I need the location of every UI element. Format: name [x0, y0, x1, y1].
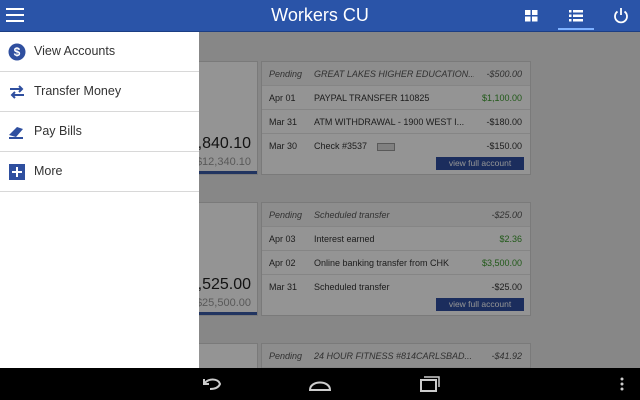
recent-apps-icon[interactable] [418, 374, 440, 394]
drawer-item-transfer-money[interactable]: Transfer Money [0, 72, 199, 112]
app-bar: Workers CU [0, 0, 640, 32]
list-view-icon [569, 10, 583, 22]
transfer-arrows-icon [10, 85, 24, 99]
drawer-item-view-accounts[interactable]: $ View Accounts [0, 32, 199, 72]
drawer-item-label: Transfer Money [34, 84, 122, 98]
drawer-item-pay-bills[interactable]: Pay Bills [0, 112, 199, 152]
list-view-button[interactable] [558, 4, 594, 30]
logout-button[interactable] [606, 4, 636, 28]
drawer-item-label: More [34, 164, 63, 178]
overflow-menu-icon[interactable] [618, 374, 626, 394]
system-nav-bar [0, 368, 640, 400]
dollar-icon: $ [8, 43, 26, 61]
grid-view-icon [525, 10, 538, 22]
drawer-item-more[interactable]: More [0, 152, 199, 192]
drawer-item-label: Pay Bills [34, 124, 82, 138]
navigation-drawer: $ View Accounts Transfer Money Pay Bills… [0, 32, 199, 368]
pay-bills-icon [9, 127, 23, 139]
back-icon[interactable] [200, 374, 224, 394]
plus-icon [9, 164, 25, 180]
grid-view-button[interactable] [514, 4, 550, 28]
power-icon [614, 8, 628, 24]
home-icon[interactable] [307, 374, 333, 394]
svg-text:$: $ [14, 45, 21, 59]
drawer-item-label: View Accounts [34, 44, 116, 58]
